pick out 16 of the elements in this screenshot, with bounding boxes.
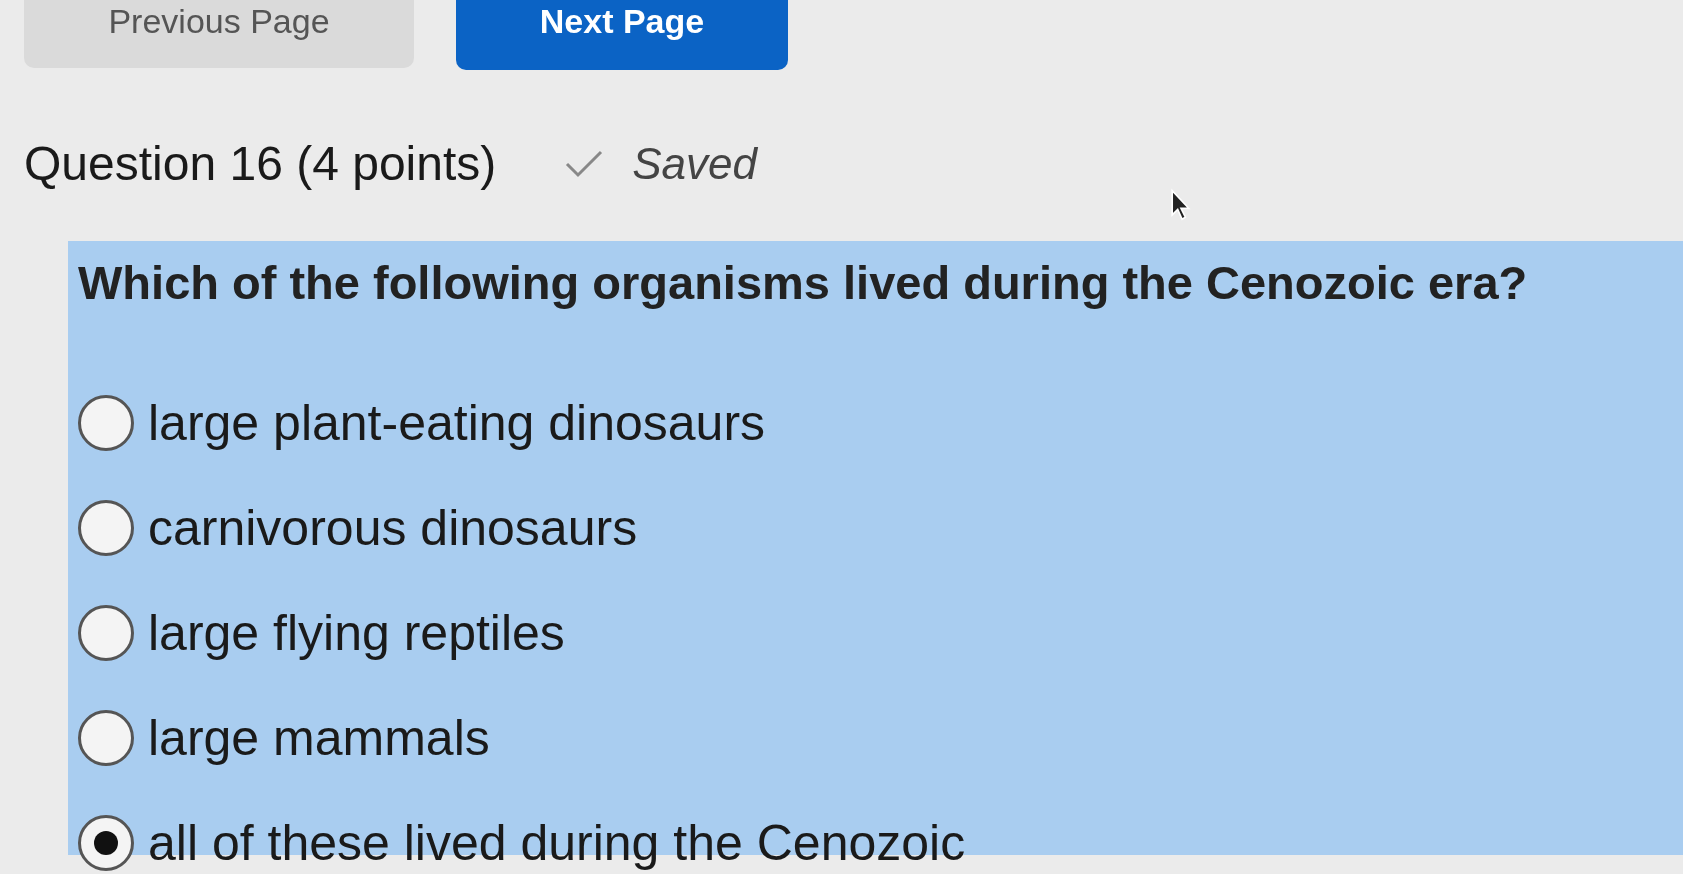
radio-button[interactable] xyxy=(78,709,134,766)
question-prompt: Which of the following organisms lived during the Cenozoic era? xyxy=(78,255,1529,310)
save-status: Saved xyxy=(632,138,758,189)
option-label: large flying reptiles xyxy=(148,603,565,662)
cursor-icon xyxy=(1170,188,1192,222)
radio-button[interactable] xyxy=(78,394,134,451)
option-label: large mammals xyxy=(148,708,490,767)
option-label: all of these lived during the Cenozoic xyxy=(148,813,966,872)
option-label: large plant-eating dinosaurs xyxy=(148,393,766,452)
radio-button[interactable] xyxy=(78,499,134,556)
next-page-button[interactable]: Next Page xyxy=(456,0,788,70)
radio-button[interactable] xyxy=(78,604,134,661)
option-label: carnivorous dinosaurs xyxy=(148,498,638,557)
previous-page-button[interactable]: Previous Page xyxy=(24,0,414,68)
question-title: Question 16 (4 points) xyxy=(24,136,497,191)
radio-button[interactable] xyxy=(78,814,134,871)
